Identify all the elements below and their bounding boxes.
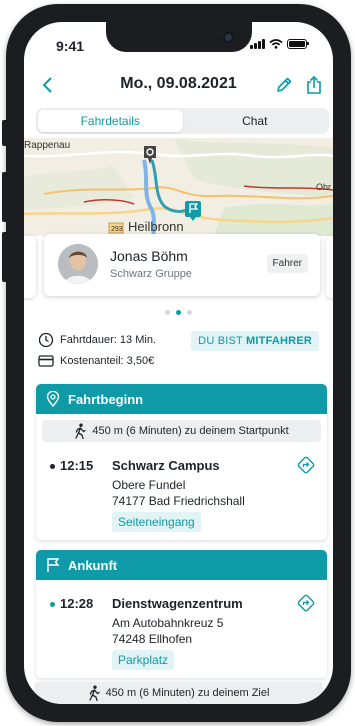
arrival-city: 74248 Ellhofen [112,632,193,646]
start-pin-icon [144,146,156,164]
map-label-heilbronn: Heilbronn [128,219,184,234]
carousel-pager [24,310,333,316]
driver-card[interactable]: Jonas Böhm Schwarz Gruppe Fahrer [44,234,320,296]
back-button[interactable] [34,72,60,98]
arrival-stop: 12:28 Dienstwagenzentrum Am Autobahnkreu… [36,580,327,672]
battery-icon [287,39,309,49]
tab-fahrdetails[interactable]: Fahrdetails [38,110,183,132]
chevron-left-icon [42,77,52,93]
map-background: 293 Rappenau Heilbronn Ohr [24,138,333,236]
arrival-street: Am Autobahnkreuz 5 [112,616,224,630]
pager-dot-active[interactable] [176,310,181,315]
tab-chat[interactable]: Chat [183,110,328,132]
avatar [58,244,98,284]
trip-cost: Kostenanteil: 3,50€ [60,355,155,367]
arrival-time: 12:28 [60,596,94,611]
notch [106,22,252,52]
edit-button[interactable] [271,72,297,98]
start-entrance-tag: Seiteneingang [112,512,201,532]
mute-switch [2,120,8,146]
navigate-to-start-icon[interactable] [297,456,315,474]
passenger-role-tag: DU BIST MITFAHRER [191,331,319,351]
start-stop: 12:15 Schwarz Campus Obere Fundel 74177 … [36,442,327,534]
walking-icon [88,685,100,701]
screen: 9:41 Mo., 09.08.2021 Fahrdetails Chat 29… [24,22,333,704]
start-walk-text: 450 m (6 Minuten) zu deinem Startpunkt [92,425,289,437]
status-icons [250,39,309,49]
navigate-to-destination-icon[interactable] [297,594,315,612]
stop-bullet [50,602,55,607]
map-label-rappenau: Rappenau [24,140,70,151]
stop-bullet [50,464,55,469]
start-section-title: Fahrtbeginn [68,391,144,407]
start-section: Fahrtbeginn 450 m (6 Minuten) zu deinem … [36,384,327,540]
trip-duration: Fahrtdauer: 13 Min. [60,334,156,346]
nav-bar: Mo., 09.08.2021 [24,68,333,104]
prev-card[interactable] [24,236,36,298]
next-card[interactable] [326,236,333,298]
cost-row: Kostenanteil: 3,50€ [38,354,154,368]
destination-flag-icon [185,201,201,221]
driver-carousel[interactable]: Jonas Böhm Schwarz Gruppe Fahrer [24,234,333,300]
start-city: 74177 Bad Friedrichshall [112,494,245,508]
driver-photo [58,244,98,284]
pager-dot[interactable] [165,310,170,315]
walking-icon [75,423,87,439]
share-button[interactable] [301,72,327,98]
duration-row: Fahrtdauer: 13 Min. [38,332,156,348]
arrival-section-header: Ankunft [36,550,327,580]
flag-icon [47,558,60,572]
start-walk-info: 450 m (6 Minuten) zu deinem Startpunkt [42,420,321,442]
start-location-name: Schwarz Campus [112,458,220,473]
start-section-header: Fahrtbeginn [36,384,327,414]
location-pin-icon [46,391,60,407]
volume-down-button [2,232,8,282]
pager-dot[interactable] [187,310,192,315]
wifi-icon [269,39,283,49]
share-icon [307,75,321,94]
start-street: Obere Fundel [112,478,186,492]
pencil-icon [277,77,292,92]
map-road-label: 293 [111,226,123,233]
arrival-section: Ankunft 12:28 Dienstwagenzentrum Am Auto… [36,550,327,678]
volume-up-button [2,172,8,222]
role-tag-prefix: DU BIST [198,335,247,347]
arrival-section-title: Ankunft [68,557,118,573]
end-walk-info: 450 m (6 Minuten) zu deinem Ziel [34,682,323,704]
tab-switcher: Fahrdetails Chat [36,108,329,134]
status-time: 9:41 [56,38,85,54]
cellular-signal-icon [250,39,265,49]
end-walk-text: 450 m (6 Minuten) zu deinem Ziel [105,687,270,699]
start-time: 12:15 [60,458,94,473]
route-map[interactable]: 293 Rappenau Heilbronn Ohr [24,138,333,236]
arrival-location-name: Dienstwagenzentrum [112,596,243,611]
clock-icon [38,332,54,348]
credit-card-icon [38,355,54,367]
arrival-parking-tag: Parkplatz [112,650,175,670]
driver-name: Jonas Böhm [110,248,188,264]
driver-company: Schwarz Gruppe [110,268,192,280]
driver-role-badge: Fahrer [266,254,308,273]
map-label-ohr: Ohr [316,182,331,192]
page-title: Mo., 09.08.2021 [120,75,237,92]
camera [223,32,234,43]
role-tag-bold: MITFAHRER [246,335,312,347]
